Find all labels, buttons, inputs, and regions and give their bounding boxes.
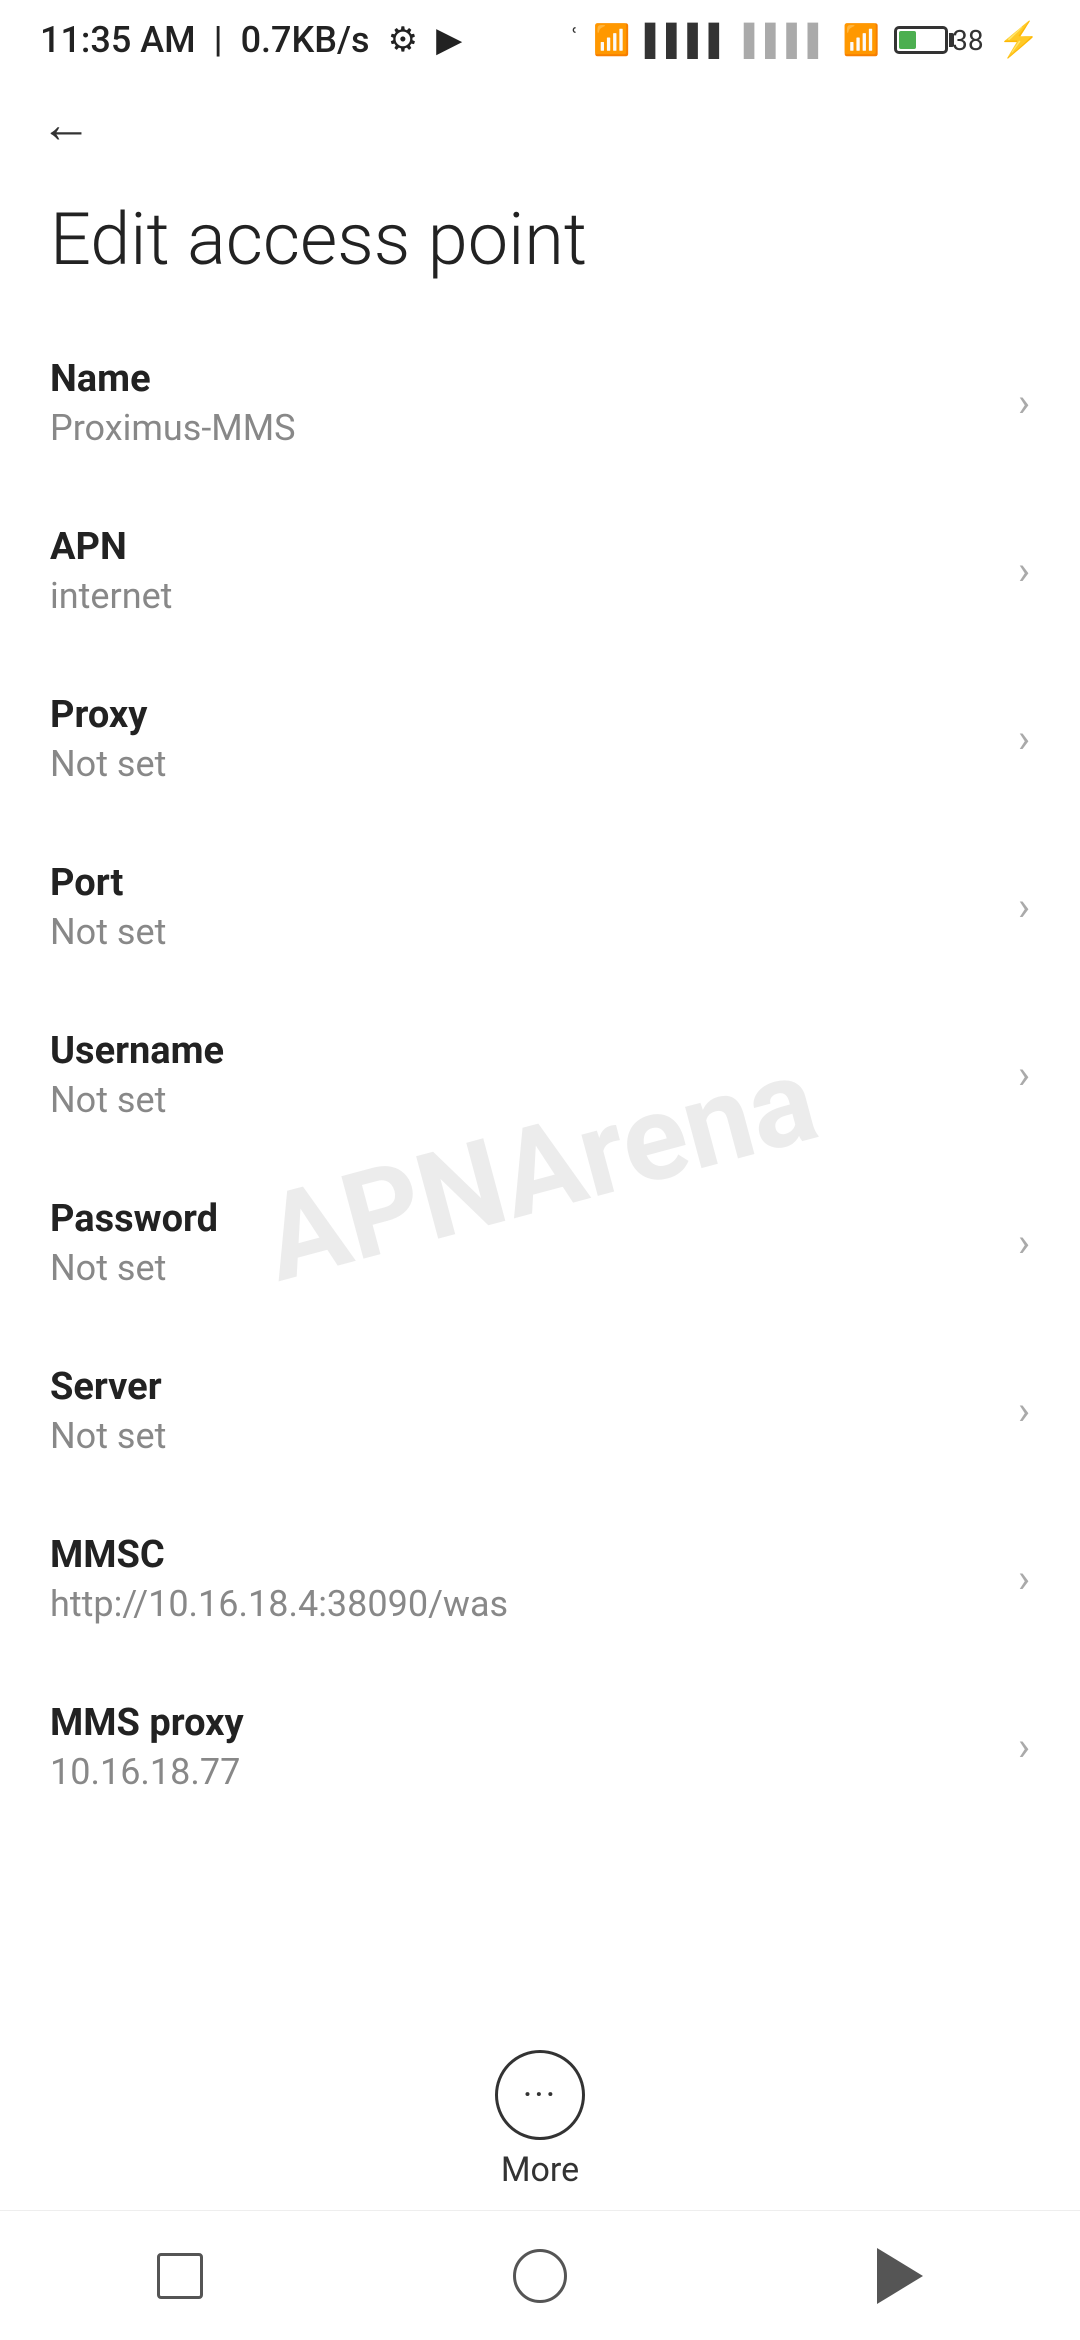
triangle-icon (877, 2248, 923, 2304)
home-button[interactable] (505, 2241, 575, 2311)
settings-item-apn[interactable]: APN internet › (0, 487, 1080, 655)
status-bar: 11:35 AM | 0.7KB/s ⚙ ▶ ‫ʿ︎ 📶 ▌▌▌▌ ▌▌▌▌ 📶… (0, 0, 1080, 80)
settings-label-username: Username (50, 1029, 224, 1073)
settings-label-port: Port (50, 861, 166, 905)
chevron-right-icon-port: › (1018, 887, 1030, 927)
wifi-icon: 📶 (843, 23, 880, 58)
video-icon: ▶ (436, 20, 462, 60)
settings-item-username[interactable]: Username Not set › (0, 991, 1080, 1159)
back-nav-button[interactable] (865, 2241, 935, 2311)
settings-label-server: Server (50, 1365, 166, 1409)
page-title: Edit access point (50, 200, 1030, 279)
settings-item-name-content: Name Proximus-MMS (50, 357, 296, 449)
more-label: More (501, 2150, 579, 2190)
chevron-right-icon-name: › (1018, 383, 1030, 423)
settings-item-server[interactable]: Server Not set › (0, 1327, 1080, 1495)
status-time: 11:35 AM (40, 19, 196, 61)
back-button[interactable]: ← (40, 99, 92, 151)
settings-item-apn-content: APN internet (50, 525, 172, 617)
status-left: 11:35 AM | 0.7KB/s ⚙ ▶ (40, 19, 462, 61)
settings-label-mms-proxy: MMS proxy (50, 1701, 244, 1745)
recent-apps-button[interactable] (145, 2241, 215, 2311)
status-right: ‫ʿ︎ 📶 ▌▌▌▌ ▌▌▌▌ 📶 38 ⚡ (569, 20, 1040, 60)
settings-item-mms-proxy-content: MMS proxy 10.16.18.77 (50, 1701, 244, 1793)
bluetooth-icon: ‫ʿ︎ (569, 21, 580, 59)
settings-item-server-content: Server Not set (50, 1365, 166, 1457)
bluetooth-icon2: 📶 (593, 23, 630, 58)
settings-item-password-content: Password Not set (50, 1197, 218, 1289)
battery-indicator: 38 (894, 24, 983, 57)
circle-icon (513, 2249, 567, 2303)
settings-item-name[interactable]: Name Proximus-MMS › (0, 319, 1080, 487)
more-area: ··· More (0, 2020, 1080, 2210)
settings-value-password: Not set (50, 1247, 218, 1289)
settings-list: Name Proximus-MMS › APN internet › Proxy… (0, 319, 1080, 2020)
settings-item-proxy-content: Proxy Not set (50, 693, 166, 785)
settings-icon: ⚙ (388, 20, 418, 60)
battery-percent: 38 (952, 24, 983, 57)
settings-value-apn: internet (50, 575, 172, 617)
page-title-area: Edit access point (0, 170, 1080, 319)
settings-value-name: Proximus-MMS (50, 407, 296, 449)
charging-icon: ⚡ (998, 20, 1040, 60)
settings-value-mms-proxy: 10.16.18.77 (50, 1751, 244, 1793)
settings-item-port[interactable]: Port Not set › (0, 823, 1080, 991)
chevron-right-icon-mmsc: › (1018, 1559, 1030, 1599)
settings-item-mmsc[interactable]: MMSC http://10.16.18.4:38090/was › (0, 1495, 1080, 1663)
settings-label-apn: APN (50, 525, 172, 569)
chevron-right-icon-apn: › (1018, 551, 1030, 591)
more-dots-icon: ··· (523, 2074, 557, 2116)
settings-item-proxy[interactable]: Proxy Not set › (0, 655, 1080, 823)
chevron-right-icon-proxy: › (1018, 719, 1030, 759)
top-nav: ← (0, 80, 1080, 170)
signal-icon: ▌▌▌▌ (645, 23, 730, 58)
chevron-right-icon-mms-proxy: › (1018, 1727, 1030, 1767)
settings-value-proxy: Not set (50, 743, 166, 785)
chevron-right-icon-password: › (1018, 1223, 1030, 1263)
status-speed: | (214, 19, 223, 61)
settings-label-password: Password (50, 1197, 218, 1241)
settings-item-mms-proxy[interactable]: MMS proxy 10.16.18.77 › (0, 1663, 1080, 1831)
more-button[interactable]: ··· (495, 2050, 585, 2140)
status-network-speed: 0.7KB/s (241, 19, 370, 61)
settings-label-name: Name (50, 357, 296, 401)
chevron-right-icon-server: › (1018, 1391, 1030, 1431)
settings-item-password[interactable]: Password Not set › (0, 1159, 1080, 1327)
chevron-right-icon-username: › (1018, 1055, 1030, 1095)
signal2-icon: ▌▌▌▌ (744, 23, 829, 58)
settings-item-port-content: Port Not set (50, 861, 166, 953)
bottom-nav (0, 2210, 1080, 2340)
settings-label-mmsc: MMSC (50, 1533, 508, 1577)
settings-value-mmsc: http://10.16.18.4:38090/was (50, 1583, 508, 1625)
settings-value-server: Not set (50, 1415, 166, 1457)
square-icon (157, 2253, 203, 2299)
settings-item-mmsc-content: MMSC http://10.16.18.4:38090/was (50, 1533, 508, 1625)
settings-label-proxy: Proxy (50, 693, 166, 737)
settings-value-username: Not set (50, 1079, 224, 1121)
settings-value-port: Not set (50, 911, 166, 953)
settings-item-username-content: Username Not set (50, 1029, 224, 1121)
